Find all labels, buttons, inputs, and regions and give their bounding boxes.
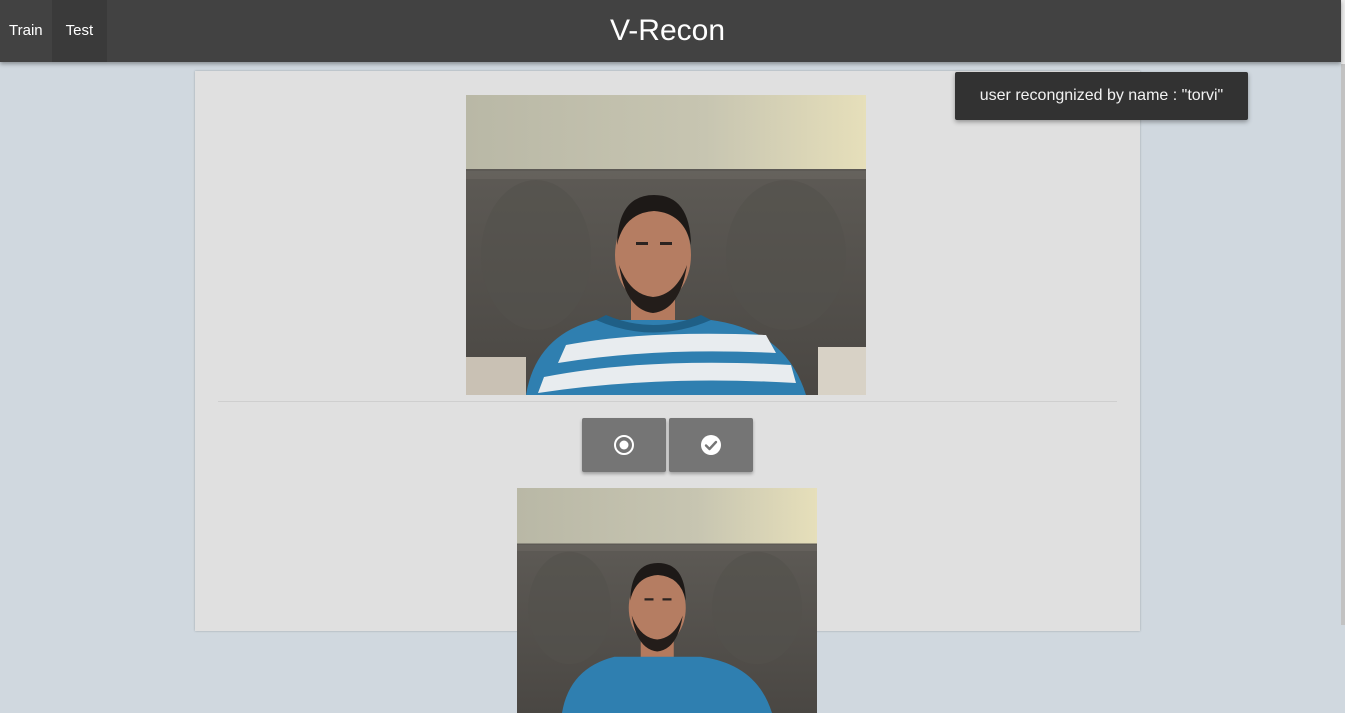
recognition-toast: user recongnized by name : "torvi" — [955, 72, 1248, 120]
webcam-video — [466, 95, 866, 395]
check-circle-icon — [699, 433, 723, 457]
scrollbar-thumb[interactable] — [1341, 64, 1345, 625]
radio-target-icon — [612, 433, 636, 457]
confirm-button[interactable] — [669, 418, 753, 472]
webcam-frame-image — [466, 95, 866, 395]
app-title: V-Recon — [0, 0, 1335, 62]
page-scrollbar[interactable] — [1341, 0, 1345, 625]
captured-snapshot — [517, 488, 817, 713]
app-bar: Train Test V-Recon — [0, 0, 1341, 62]
action-buttons — [582, 418, 753, 472]
capture-button[interactable] — [582, 418, 666, 472]
divider — [218, 401, 1117, 402]
recognition-card — [195, 71, 1140, 631]
snapshot-frame-image — [517, 488, 817, 713]
